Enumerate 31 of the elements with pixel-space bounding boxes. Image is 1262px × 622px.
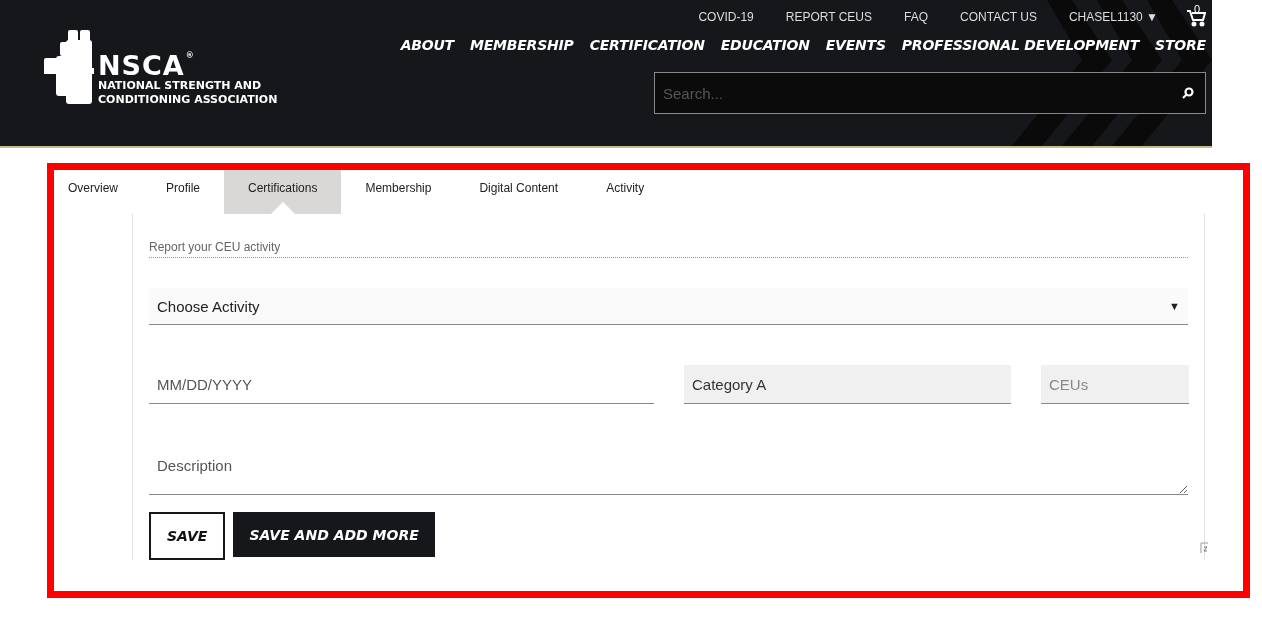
top-link[interactable]: FAQ	[904, 10, 929, 24]
top-link[interactable]: REPORT CEUS	[785, 10, 873, 24]
user-menu[interactable]: CHASEL1130 ▼	[1068, 10, 1158, 24]
nav-link[interactable]: EDUCATION	[720, 38, 810, 52]
save-and-add-button[interactable]: SAVE AND ADD MORE	[233, 512, 435, 557]
top-link[interactable]: COVID-19	[698, 10, 754, 24]
nav-link[interactable]: CERTIFICATION	[589, 38, 705, 52]
logo-tagline: NATIONAL STRENGTH AND	[98, 79, 263, 93]
caret-icon: ▼	[1169, 300, 1180, 312]
profile-tab[interactable]: Membership	[341, 170, 456, 214]
nav-link[interactable]: STORE	[1155, 38, 1206, 52]
logo-tagline: CONDITIONING ASSOCIATION	[98, 93, 278, 107]
search-icon[interactable]	[1182, 87, 1194, 99]
top-link[interactable]: CONTACT US	[960, 10, 1037, 24]
section-label: Report your CEU activity	[149, 240, 1188, 258]
profile-tab[interactable]: Digital Content	[455, 170, 583, 214]
logo-icon	[44, 30, 94, 104]
save-button[interactable]: SAVE	[149, 512, 226, 560]
profile-tab[interactable]: Overview	[44, 170, 142, 214]
activity-select[interactable]: Choose Activity ▼	[149, 288, 1188, 325]
profile-tab[interactable]: Certifications	[224, 170, 342, 214]
search-field[interactable]: Search...	[654, 72, 1206, 114]
nav-link[interactable]: MEMBERSHIP	[469, 38, 574, 52]
profile-tab[interactable]: Activity	[582, 170, 669, 214]
registered-mark: ®	[185, 52, 195, 60]
nav-link[interactable]: ABOUT	[400, 38, 454, 52]
nav-link[interactable]: EVENTS	[825, 38, 886, 52]
small-square-icon	[1200, 542, 1209, 554]
profile-tab[interactable]: Profile	[142, 170, 225, 214]
nav-link[interactable]: PROFESSIONAL DEVELOPMENT	[901, 38, 1140, 52]
logo-wordmark: NSCA	[98, 52, 185, 79]
